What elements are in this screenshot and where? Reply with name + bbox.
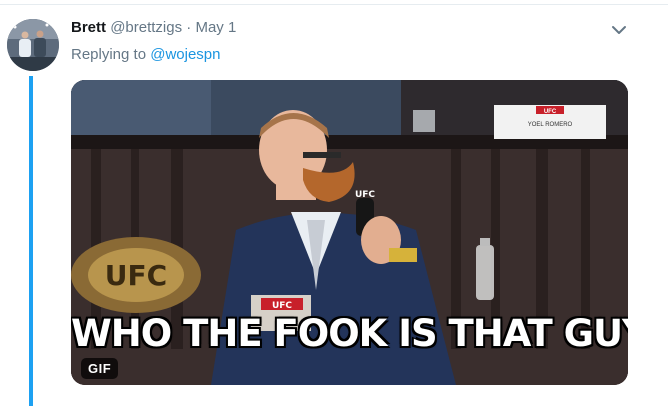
tweet-date[interactable]: May 1 bbox=[195, 19, 236, 36]
gif-media[interactable]: UFC YOEL ROMERO UFC UFC UFC WHO THE FOOK… bbox=[71, 80, 628, 385]
placard-name: YOEL ROMERO bbox=[528, 122, 573, 128]
display-name[interactable]: Brett bbox=[71, 19, 106, 36]
separator-dot: · bbox=[186, 19, 192, 36]
user-handle[interactable]: @brettzigs bbox=[110, 19, 182, 36]
belt-logo: UFC bbox=[105, 259, 167, 292]
gif-badge: GIF bbox=[81, 358, 119, 379]
avatar-photo bbox=[7, 19, 59, 71]
placard-logo: UFC bbox=[544, 109, 557, 115]
tweet-header: Brett @brettzigs · May 1 bbox=[71, 19, 236, 36]
replying-to-link[interactable]: @wojespn bbox=[150, 46, 220, 63]
replying-to: Replying to @wojespn bbox=[71, 46, 220, 63]
replying-prefix: Replying to bbox=[71, 46, 147, 63]
meme-caption: WHO THE FOOK IS THAT GUY??? bbox=[71, 312, 628, 355]
podium-logo: UFC bbox=[272, 301, 292, 311]
thread-line bbox=[29, 76, 33, 406]
mic-logo: UFC bbox=[355, 190, 375, 200]
chevron-down-icon[interactable] bbox=[609, 22, 629, 38]
avatar[interactable] bbox=[7, 19, 59, 71]
top-divider bbox=[0, 4, 668, 5]
